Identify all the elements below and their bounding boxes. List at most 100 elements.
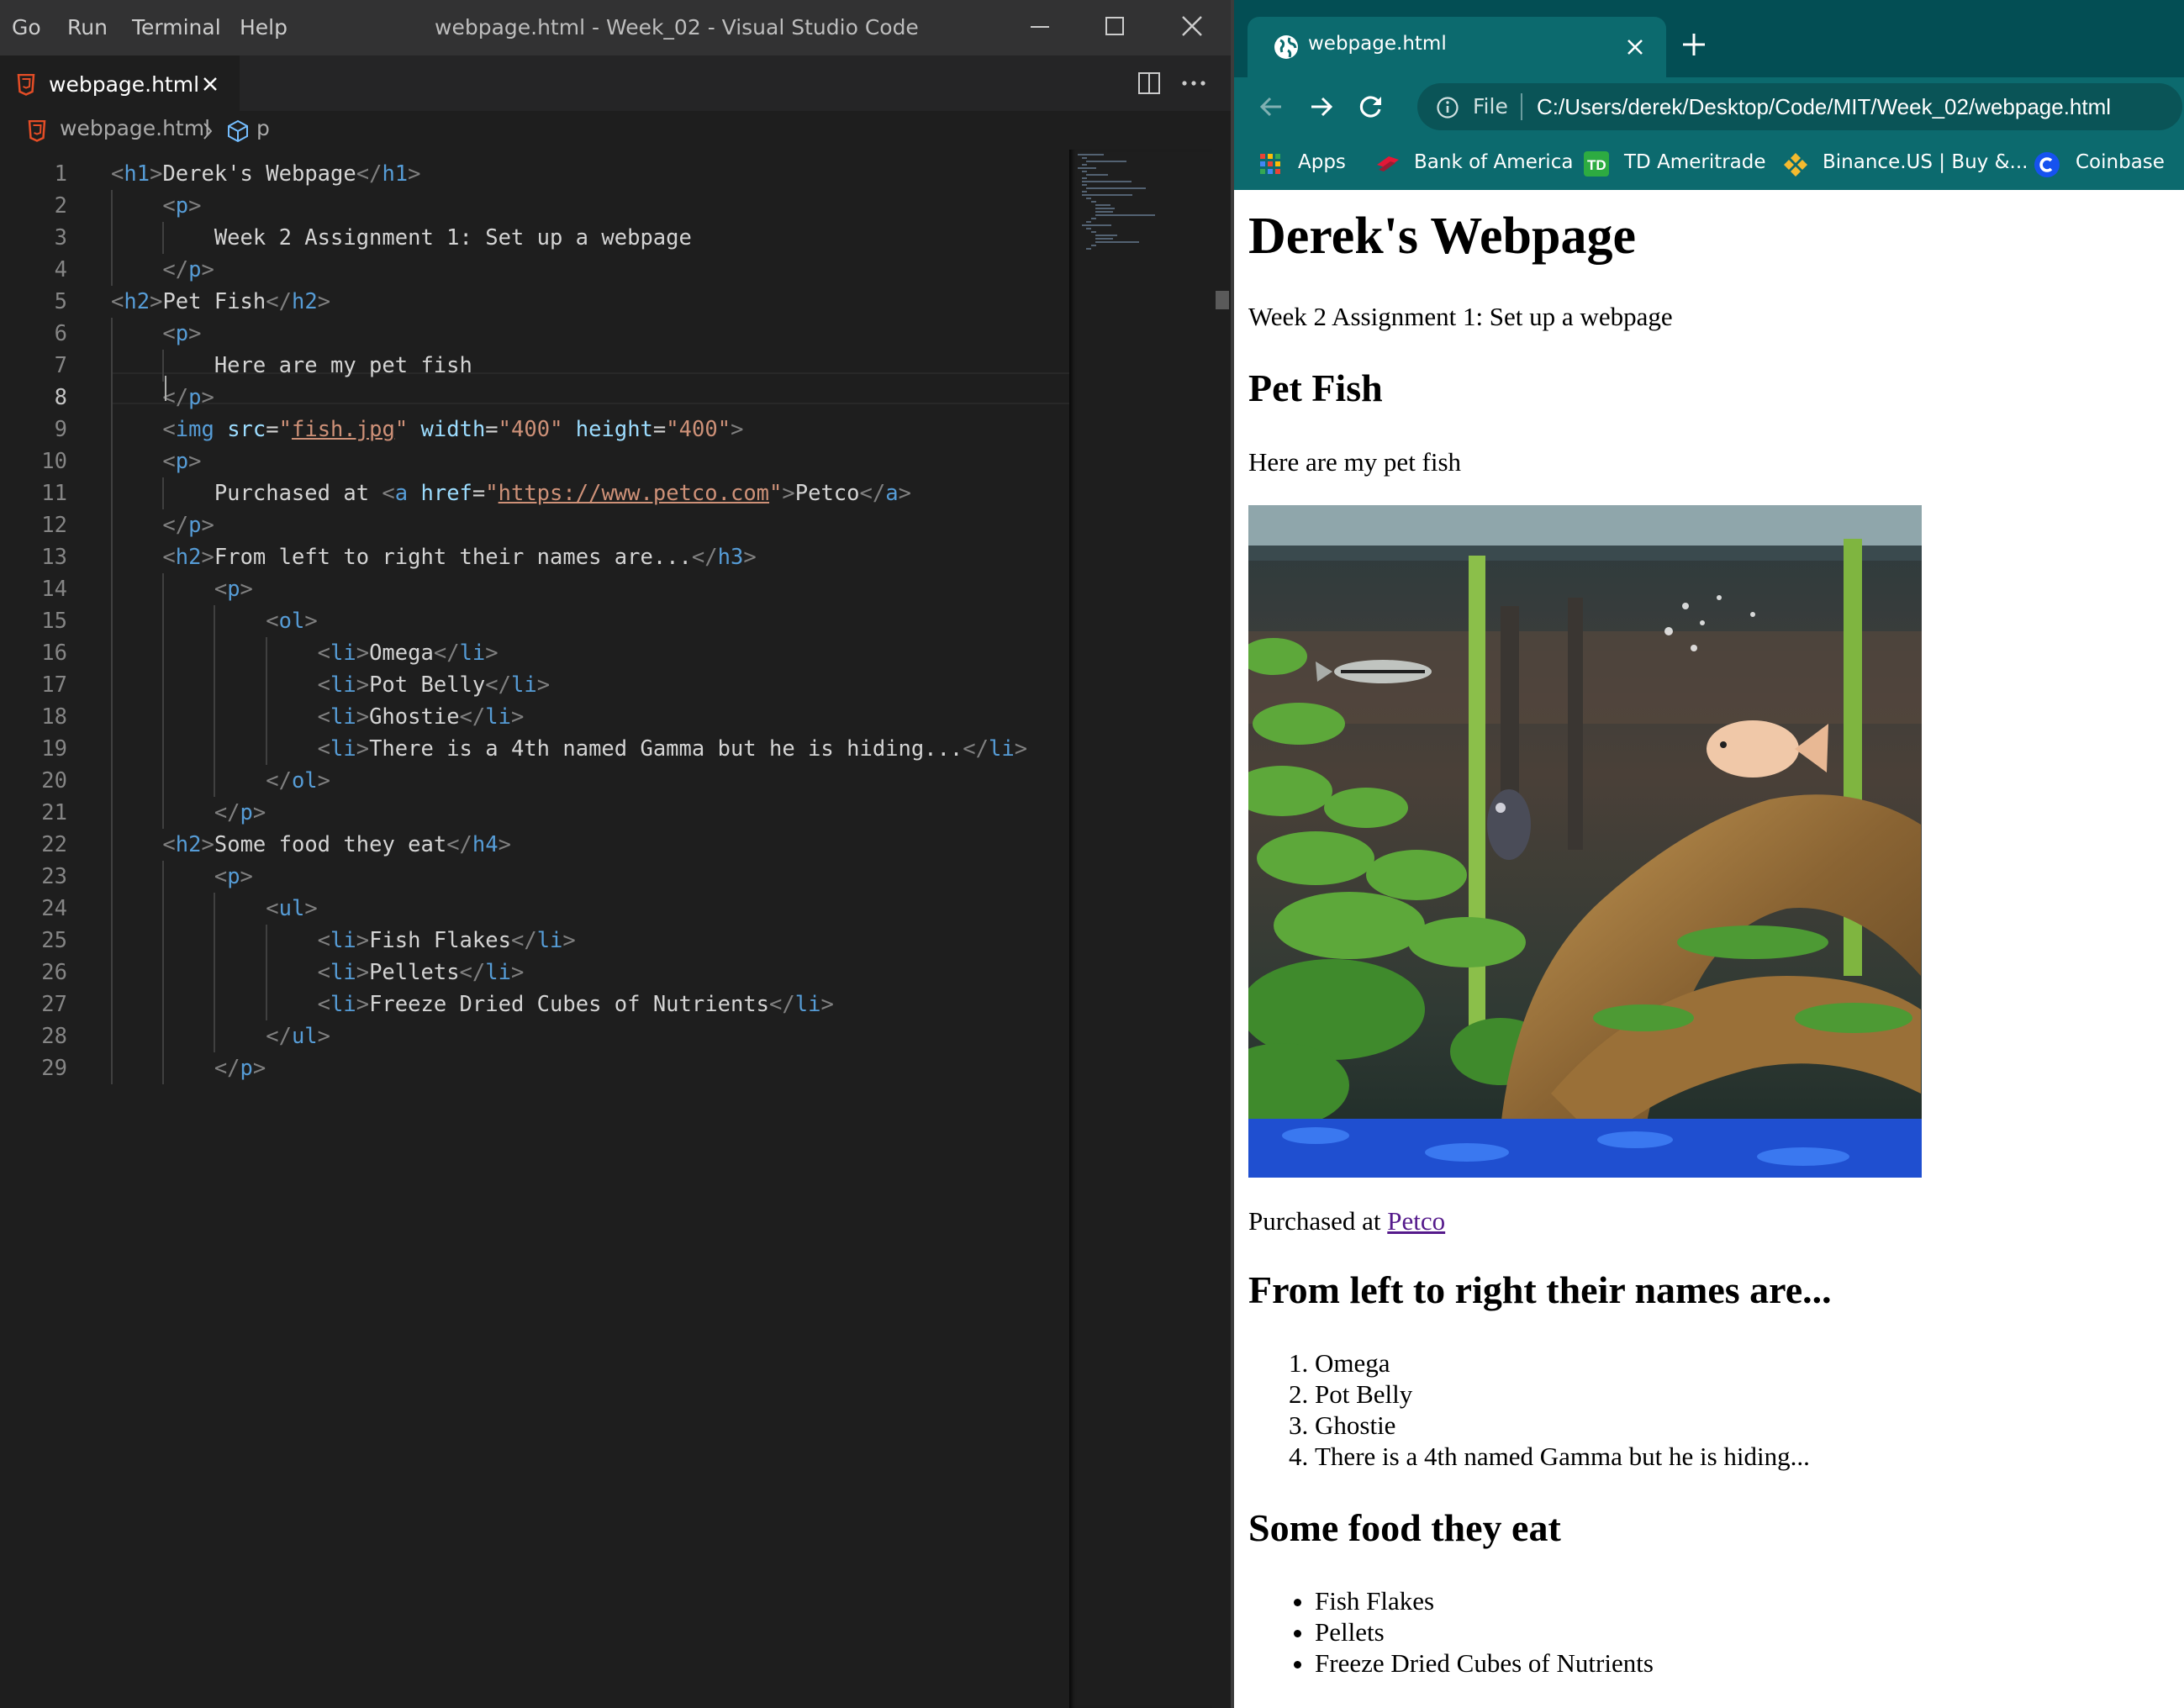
petco-link[interactable]: Petco [1387, 1206, 1445, 1236]
minimap-line [1095, 214, 1156, 216]
line-number: 17 [41, 672, 67, 698]
minimap-line [1082, 181, 1132, 182]
browser-tab-title: webpage.html [1308, 33, 1447, 55]
fish-names-list: Omega Pot Belly Ghostie There is a 4th n… [1248, 1347, 1810, 1472]
names-heading: From left to right their names are... [1248, 1268, 1832, 1311]
code-line: </ol> [266, 768, 331, 793]
address-divider [1521, 93, 1522, 120]
address-url[interactable]: C:/Users/derek/Desktop/Code/MIT/Week_02/… [1537, 94, 2111, 120]
reload-icon[interactable] [1357, 92, 1385, 121]
code-line: Purchased at <a href="https://www.petco.… [111, 481, 911, 506]
list-item: Ghostie [1315, 1410, 1810, 1441]
list-item: There is a 4th named Gamma but he is hid… [1315, 1441, 1810, 1472]
bookmark-label: Binance.US | Buy &... [1823, 151, 2028, 173]
fish-tank-picture [1248, 505, 1922, 1178]
vscode-window: Go Run Terminal Help webpage.html - Week… [0, 0, 1231, 1708]
list-item: Pot Belly [1315, 1379, 1810, 1410]
menu-help[interactable]: Help [240, 15, 288, 40]
code-line: <li>Pellets</li> [317, 960, 525, 985]
chrome-window: webpage.html File C:/Users/derek/Desktop… [1231, 0, 2184, 1708]
minimap-line [1086, 248, 1092, 250]
close-tab-icon[interactable] [200, 74, 220, 94]
minimap-line [1090, 201, 1096, 203]
minimap-line [1086, 174, 1109, 176]
code-line: <li>Freeze Dried Cubes of Nutrients</li> [317, 992, 834, 1017]
code-line: </ul> [266, 1024, 331, 1049]
symbol-element-icon [228, 119, 248, 143]
close-tab-icon[interactable] [1626, 38, 1644, 56]
line-number: 27 [41, 992, 67, 1017]
address-bar[interactable]: File C:/Users/derek/Desktop/Code/MIT/Wee… [1417, 83, 2182, 130]
minimap-line [1090, 231, 1096, 233]
breadcrumb-file[interactable]: webpage.html [60, 116, 210, 140]
line-number: 1 [54, 161, 67, 187]
minimap-line [1086, 187, 1146, 189]
line-number: 14 [41, 577, 67, 602]
code-line: <img src="fish.jpg" width="400" height="… [162, 417, 744, 442]
minimap-line [1082, 191, 1088, 192]
maximize-button[interactable] [1098, 10, 1132, 44]
code-line: <li>Ghostie</li> [317, 704, 525, 730]
line-number: 2 [54, 193, 67, 219]
code-line: <h2>Some food they eat</h4> [162, 832, 511, 857]
html5-file-icon [17, 74, 35, 96]
back-icon[interactable] [1258, 93, 1285, 120]
minimap-line [1095, 238, 1113, 240]
code-line: <ul> [266, 896, 318, 921]
minimap[interactable] [1069, 150, 1212, 1708]
browser-tab[interactable]: webpage.html [1248, 17, 1666, 77]
minimize-button[interactable] [1024, 10, 1058, 44]
code-line: <p> [214, 864, 253, 889]
menu-run[interactable]: Run [67, 15, 108, 40]
line-number: 9 [54, 417, 67, 442]
line-number: 8 [54, 385, 67, 410]
list-item: Pellets [1315, 1616, 1654, 1647]
pet-fish-heading: Pet Fish [1248, 366, 1383, 409]
close-window-button[interactable] [1175, 10, 1209, 44]
code-line: <h1>Derek's Webpage</h1> [111, 161, 421, 187]
minimap-line [1095, 211, 1113, 213]
line-number: 22 [41, 832, 67, 857]
split-editor-icon[interactable] [1137, 71, 1162, 96]
maximize-icon [1105, 17, 1124, 35]
food-heading: Some food they eat [1248, 1506, 1561, 1549]
minimap-line [1095, 241, 1139, 243]
code-line: <p> [162, 193, 202, 219]
binance-icon [1784, 153, 1807, 177]
editor-scrollbar[interactable] [1212, 150, 1231, 1708]
bookmark-label: Coinbase [2076, 151, 2165, 173]
line-number: 4 [54, 257, 67, 282]
code-line: <p> [162, 321, 202, 346]
line-number: 6 [54, 321, 67, 346]
close-icon [1182, 16, 1202, 36]
td-ameritrade-icon: TD [1584, 151, 1609, 177]
breadcrumb-symbol[interactable]: p [256, 116, 270, 140]
pet-fish-paragraph: Here are my pet fish [1248, 447, 1462, 477]
line-number: 21 [41, 800, 67, 825]
line-number: 5 [54, 289, 67, 314]
editor-tab-bar: webpage.html [0, 55, 1231, 111]
list-item: Omega [1315, 1347, 1810, 1379]
new-tab-icon[interactable] [1681, 32, 1707, 57]
minimap-line [1078, 167, 1097, 169]
code-line: Week 2 Assignment 1: Set up a webpage [111, 225, 692, 250]
code-line: <h2>From left to right their names are..… [162, 545, 757, 570]
line-number: 12 [41, 513, 67, 538]
list-item: Fish Flakes [1315, 1585, 1654, 1616]
window-title: webpage.html - Week_02 - Visual Studio C… [435, 15, 919, 40]
tab-webpage-html[interactable]: webpage.html [0, 55, 240, 111]
minimize-icon [1031, 26, 1049, 28]
info-icon[interactable] [1436, 96, 1459, 119]
code-line: <p> [162, 449, 202, 474]
rendered-webpage: Derek's Webpage Week 2 Assignment 1: Set… [1234, 190, 2184, 1708]
code-line: </p> [162, 257, 214, 282]
forward-icon[interactable] [1308, 93, 1335, 120]
menu-go[interactable]: Go [12, 15, 41, 40]
line-number: 7 [54, 353, 67, 378]
browser-toolbar: File C:/Users/derek/Desktop/Code/MIT/Wee… [1234, 77, 2184, 136]
menu-terminal[interactable]: Terminal [132, 15, 221, 40]
bookmark-label: Bank of America [1414, 151, 1574, 173]
more-actions-icon[interactable] [1179, 71, 1208, 96]
code-line: <p> [214, 577, 253, 602]
code-editor[interactable]: 1 2 3 4 5 6 7 8 9 10 11 12 13 14 15 16 17 18 19 20 21 22 23 24 2… [0, 150, 1069, 1708]
